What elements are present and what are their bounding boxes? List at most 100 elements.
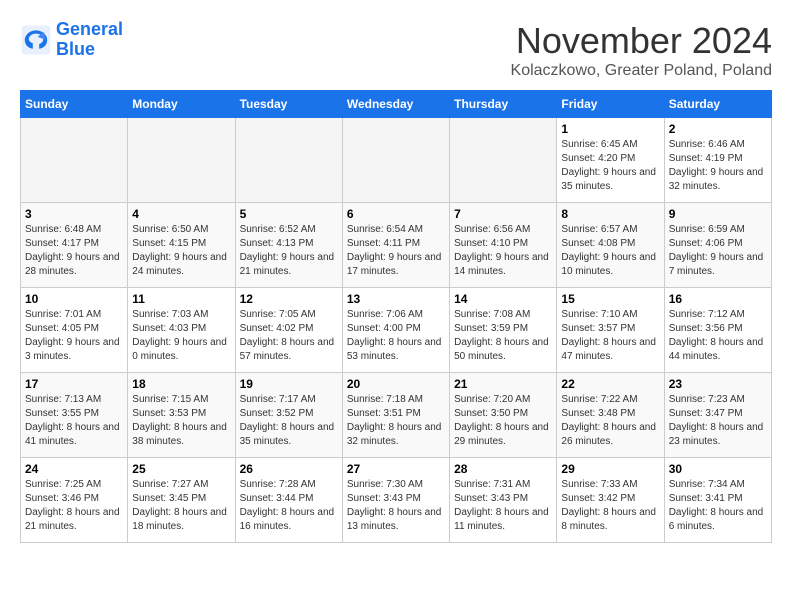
weekday-header-tuesday: Tuesday bbox=[235, 91, 342, 118]
weekday-header-friday: Friday bbox=[557, 91, 664, 118]
calendar-cell: 27 Sunrise: 7:30 AM Sunset: 3:43 PM Dayli… bbox=[342, 458, 449, 543]
day-number: 20 bbox=[347, 377, 445, 391]
day-number: 12 bbox=[240, 292, 338, 306]
calendar-cell: 4 Sunrise: 6:50 AM Sunset: 4:15 PM Daylig… bbox=[128, 203, 235, 288]
weekday-header-saturday: Saturday bbox=[664, 91, 771, 118]
week-row-2: 3 Sunrise: 6:48 AM Sunset: 4:17 PM Daylig… bbox=[21, 203, 772, 288]
day-number: 16 bbox=[669, 292, 767, 306]
day-number: 28 bbox=[454, 462, 552, 476]
day-number: 29 bbox=[561, 462, 659, 476]
calendar-cell: 30 Sunrise: 7:34 AM Sunset: 3:41 PM Dayli… bbox=[664, 458, 771, 543]
calendar-cell: 3 Sunrise: 6:48 AM Sunset: 4:17 PM Daylig… bbox=[21, 203, 128, 288]
calendar-cell bbox=[235, 118, 342, 203]
day-info: Sunrise: 6:50 AM Sunset: 4:15 PM Dayligh… bbox=[132, 223, 230, 279]
calendar-cell: 25Sunrise: 7:27 AM Sunset: 3:45 PM Dayli… bbox=[128, 458, 235, 543]
calendar-cell: 24Sunrise: 7:25 AM Sunset: 3:46 PM Dayli… bbox=[21, 458, 128, 543]
weekday-header-wednesday: Wednesday bbox=[342, 91, 449, 118]
day-number: 2 bbox=[669, 122, 767, 136]
calendar-cell: 10 Sunrise: 7:01 AM Sunset: 4:05 PM Dayli… bbox=[21, 288, 128, 373]
day-number: 11 bbox=[132, 292, 230, 306]
day-number: 22 bbox=[561, 377, 659, 391]
day-number: 6 bbox=[347, 207, 445, 221]
calendar-cell: 23 Sunrise: 7:23 AM Sunset: 3:47 PM Dayli… bbox=[664, 373, 771, 458]
calendar-cell: 12 Sunrise: 7:05 AM Sunset: 4:02 PM Dayli… bbox=[235, 288, 342, 373]
calendar-cell: 6Sunrise: 6:54 AM Sunset: 4:11 PM Daylig… bbox=[342, 203, 449, 288]
day-number: 23 bbox=[669, 377, 767, 391]
calendar-cell bbox=[342, 118, 449, 203]
day-info: Sunrise: 6:46 AM Sunset: 4:19 PM Dayligh… bbox=[669, 138, 767, 194]
day-info: Sunrise: 6:48 AM Sunset: 4:17 PM Dayligh… bbox=[25, 223, 123, 279]
page-header: General Blue November 2024 Kolaczkowo, G… bbox=[20, 20, 772, 80]
day-info: Sunrise: 7:31 AM Sunset: 3:43 PM Dayligh… bbox=[454, 478, 552, 534]
day-info: Sunrise: 6:45 AM Sunset: 4:20 PM Dayligh… bbox=[561, 138, 659, 194]
day-number: 26 bbox=[240, 462, 338, 476]
calendar-cell: 19Sunrise: 7:17 AM Sunset: 3:52 PM Dayli… bbox=[235, 373, 342, 458]
day-number: 4 bbox=[132, 207, 230, 221]
calendar-cell: 14 Sunrise: 7:08 AM Sunset: 3:59 PM Dayli… bbox=[450, 288, 557, 373]
day-info: Sunrise: 7:08 AM Sunset: 3:59 PM Dayligh… bbox=[454, 308, 552, 364]
day-info: Sunrise: 6:52 AM Sunset: 4:13 PM Dayligh… bbox=[240, 223, 338, 279]
day-info: Sunrise: 7:05 AM Sunset: 4:02 PM Dayligh… bbox=[240, 308, 338, 364]
logo: General Blue bbox=[20, 20, 123, 60]
calendar-cell: 2 Sunrise: 6:46 AM Sunset: 4:19 PM Daylig… bbox=[664, 118, 771, 203]
day-number: 17 bbox=[25, 377, 123, 391]
day-number: 3 bbox=[25, 207, 123, 221]
weekday-header-thursday: Thursday bbox=[450, 91, 557, 118]
calendar-cell bbox=[450, 118, 557, 203]
day-info: Sunrise: 7:25 AM Sunset: 3:46 PM Dayligh… bbox=[25, 478, 123, 534]
calendar-cell: 22Sunrise: 7:22 AM Sunset: 3:48 PM Dayli… bbox=[557, 373, 664, 458]
calendar-cell: 20 Sunrise: 7:18 AM Sunset: 3:51 PM Dayli… bbox=[342, 373, 449, 458]
calendar-cell: 8 Sunrise: 6:57 AM Sunset: 4:08 PM Daylig… bbox=[557, 203, 664, 288]
calendar-cell bbox=[128, 118, 235, 203]
day-number: 18 bbox=[132, 377, 230, 391]
month-title: November 2024 bbox=[511, 20, 772, 62]
calendar-table: SundayMondayTuesdayWednesdayThursdayFrid… bbox=[20, 90, 772, 543]
week-row-3: 10 Sunrise: 7:01 AM Sunset: 4:05 PM Dayli… bbox=[21, 288, 772, 373]
location-subtitle: Kolaczkowo, Greater Poland, Poland bbox=[511, 62, 772, 80]
weekday-header-sunday: Sunday bbox=[21, 91, 128, 118]
day-info: Sunrise: 7:28 AM Sunset: 3:44 PM Dayligh… bbox=[240, 478, 338, 534]
day-info: Sunrise: 6:59 AM Sunset: 4:06 PM Dayligh… bbox=[669, 223, 767, 279]
calendar-cell: 5 Sunrise: 6:52 AM Sunset: 4:13 PM Daylig… bbox=[235, 203, 342, 288]
day-number: 14 bbox=[454, 292, 552, 306]
day-number: 27 bbox=[347, 462, 445, 476]
day-info: Sunrise: 7:34 AM Sunset: 3:41 PM Dayligh… bbox=[669, 478, 767, 534]
calendar-cell: 7 Sunrise: 6:56 AM Sunset: 4:10 PM Daylig… bbox=[450, 203, 557, 288]
logo-text: General Blue bbox=[56, 20, 123, 60]
day-info: Sunrise: 6:56 AM Sunset: 4:10 PM Dayligh… bbox=[454, 223, 552, 279]
calendar-cell bbox=[21, 118, 128, 203]
week-row-1: 1 Sunrise: 6:45 AM Sunset: 4:20 PM Daylig… bbox=[21, 118, 772, 203]
calendar-cell: 9 Sunrise: 6:59 AM Sunset: 4:06 PM Daylig… bbox=[664, 203, 771, 288]
calendar-cell: 1 Sunrise: 6:45 AM Sunset: 4:20 PM Daylig… bbox=[557, 118, 664, 203]
day-info: Sunrise: 7:12 AM Sunset: 3:56 PM Dayligh… bbox=[669, 308, 767, 364]
day-number: 7 bbox=[454, 207, 552, 221]
day-number: 9 bbox=[669, 207, 767, 221]
day-number: 25 bbox=[132, 462, 230, 476]
day-number: 10 bbox=[25, 292, 123, 306]
week-row-4: 17 Sunrise: 7:13 AM Sunset: 3:55 PM Dayli… bbox=[21, 373, 772, 458]
day-number: 5 bbox=[240, 207, 338, 221]
weekday-header-monday: Monday bbox=[128, 91, 235, 118]
day-info: Sunrise: 6:57 AM Sunset: 4:08 PM Dayligh… bbox=[561, 223, 659, 279]
day-number: 30 bbox=[669, 462, 767, 476]
week-row-5: 24Sunrise: 7:25 AM Sunset: 3:46 PM Dayli… bbox=[21, 458, 772, 543]
title-section: November 2024 Kolaczkowo, Greater Poland… bbox=[511, 20, 772, 80]
day-number: 13 bbox=[347, 292, 445, 306]
logo-icon bbox=[20, 24, 52, 56]
day-info: Sunrise: 7:15 AM Sunset: 3:53 PM Dayligh… bbox=[132, 393, 230, 449]
day-info: Sunrise: 7:10 AM Sunset: 3:57 PM Dayligh… bbox=[561, 308, 659, 364]
day-info: Sunrise: 7:01 AM Sunset: 4:05 PM Dayligh… bbox=[25, 308, 123, 364]
day-info: Sunrise: 7:30 AM Sunset: 3:43 PM Dayligh… bbox=[347, 478, 445, 534]
day-info: Sunrise: 7:13 AM Sunset: 3:55 PM Dayligh… bbox=[25, 393, 123, 449]
day-info: Sunrise: 7:23 AM Sunset: 3:47 PM Dayligh… bbox=[669, 393, 767, 449]
day-number: 8 bbox=[561, 207, 659, 221]
day-info: Sunrise: 7:33 AM Sunset: 3:42 PM Dayligh… bbox=[561, 478, 659, 534]
day-info: Sunrise: 7:18 AM Sunset: 3:51 PM Dayligh… bbox=[347, 393, 445, 449]
calendar-cell: 15Sunrise: 7:10 AM Sunset: 3:57 PM Dayli… bbox=[557, 288, 664, 373]
day-info: Sunrise: 7:20 AM Sunset: 3:50 PM Dayligh… bbox=[454, 393, 552, 449]
day-number: 1 bbox=[561, 122, 659, 136]
calendar-cell: 18 Sunrise: 7:15 AM Sunset: 3:53 PM Dayli… bbox=[128, 373, 235, 458]
day-info: Sunrise: 7:06 AM Sunset: 4:00 PM Dayligh… bbox=[347, 308, 445, 364]
calendar-cell: 21Sunrise: 7:20 AM Sunset: 3:50 PM Dayli… bbox=[450, 373, 557, 458]
day-number: 19 bbox=[240, 377, 338, 391]
